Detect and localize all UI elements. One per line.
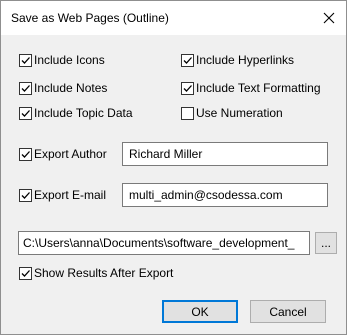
include-topic-data-checkbox[interactable]: Include Topic Data [19,105,133,121]
use-numeration-label: Use Numeration [196,106,283,120]
include-icons-label: Include Icons [34,53,105,67]
checkbox-box [19,188,32,202]
show-results-label: Show Results After Export [34,266,174,280]
checkbox-box [181,81,194,95]
include-topic-data-label: Include Topic Data [34,106,133,120]
include-hyperlinks-label: Include Hyperlinks [196,53,295,67]
checkbox-box [19,147,32,161]
title-bar: Save as Web Pages (Outline) [1,1,346,35]
export-email-label: Export E-mail [34,188,107,202]
close-icon [323,12,335,24]
include-text-formatting-checkbox[interactable]: Include Text Formatting [181,80,321,96]
checkbox-box [19,106,32,120]
export-email-checkbox[interactable]: Export E-mail [19,187,106,203]
output-path-field[interactable]: C:\Users\anna\Documents\software_develop… [18,231,310,255]
include-notes-checkbox[interactable]: Include Notes [19,80,107,96]
checkmark-icon [21,269,30,277]
export-author-label: Export Author [34,147,107,161]
cancel-button[interactable]: Cancel [250,300,326,323]
dialog-title: Save as Web Pages (Outline) [11,11,169,25]
close-button[interactable] [312,1,346,35]
include-notes-label: Include Notes [34,81,108,95]
use-numeration-checkbox[interactable]: Use Numeration [181,105,283,121]
include-icons-checkbox[interactable]: Include Icons [19,52,105,68]
checkbox-box [19,81,32,95]
author-field[interactable]: Richard Miller [122,142,328,166]
checkmark-icon [183,84,192,92]
export-author-checkbox[interactable]: Export Author [19,146,107,162]
browse-button[interactable]: ... [315,232,337,254]
email-field[interactable]: multi_admin@csodessa.com [122,183,328,207]
checkbox-box [19,53,32,67]
checkmark-icon [21,150,30,158]
include-text-formatting-label: Include Text Formatting [196,81,321,95]
checkmark-icon [21,191,30,199]
show-results-checkbox[interactable]: Show Results After Export [19,265,173,281]
checkmark-icon [21,84,30,92]
checkmark-icon [21,109,30,117]
checkmark-icon [183,56,192,64]
ok-button[interactable]: OK [162,300,238,323]
checkbox-box [19,266,32,280]
checkbox-box [181,106,194,120]
save-as-web-pages-dialog: Save as Web Pages (Outline) Include Icon… [0,0,347,335]
checkbox-box [181,53,194,67]
include-hyperlinks-checkbox[interactable]: Include Hyperlinks [181,52,294,68]
checkmark-icon [21,56,30,64]
